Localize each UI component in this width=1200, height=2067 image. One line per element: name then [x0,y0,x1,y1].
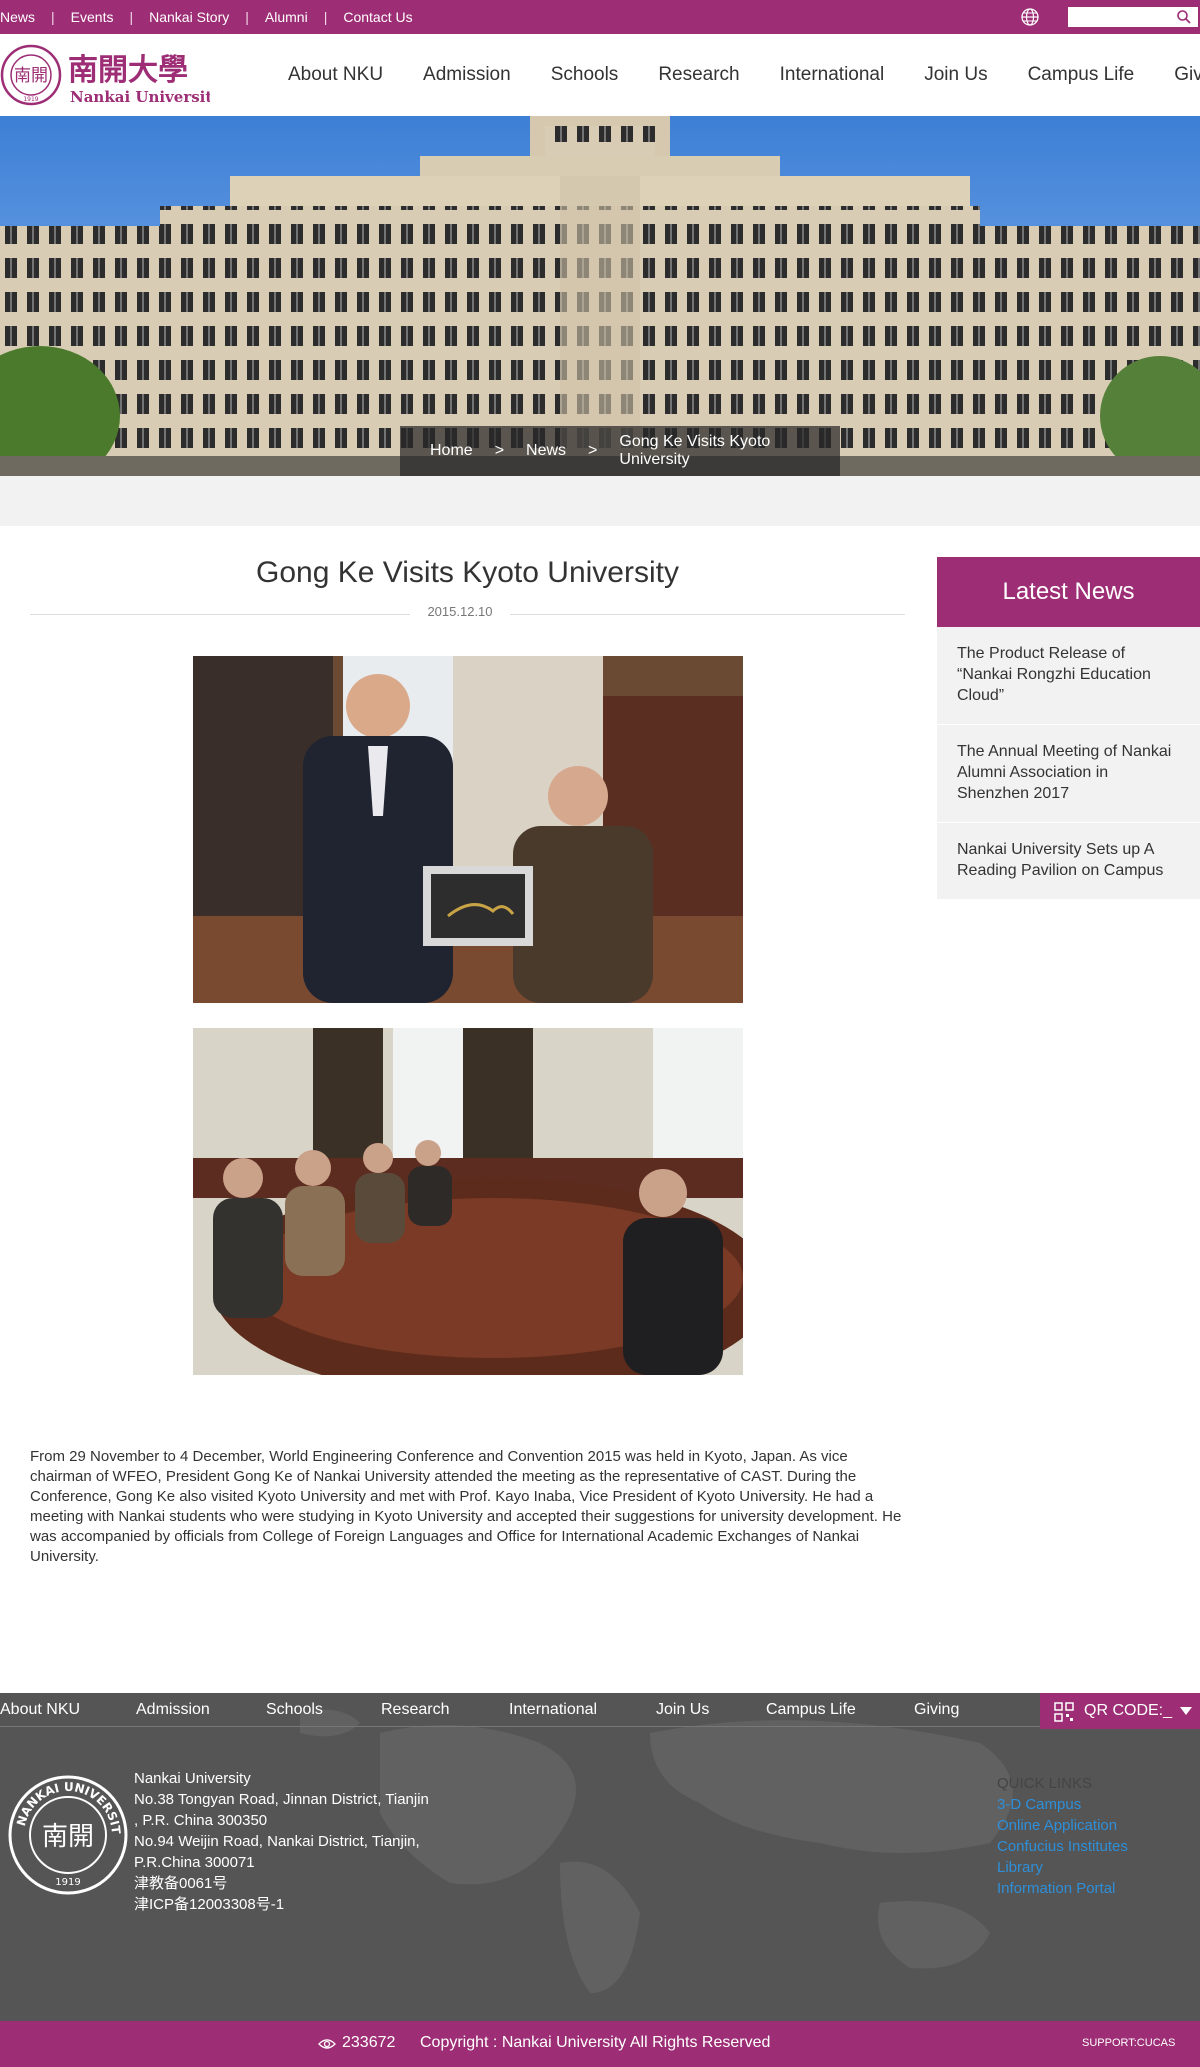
nav-item-campus-life[interactable]: Campus Life [1028,64,1135,86]
copyright-text: Copyright : Nankai University All Rights… [420,2034,771,2051]
breadcrumb: Home > News > Gong Ke Visits Kyoto Unive… [400,426,840,476]
footer-nav-research[interactable]: Research [381,1701,509,1719]
main-nav: About NKU Admission Schools Research Int… [288,34,1200,116]
utility-separator: | [245,9,249,25]
nav-item-international[interactable]: International [780,64,885,86]
article-title: Gong Ke Visits Kyoto University [256,556,679,589]
quick-link-information-portal[interactable]: Information Portal [997,1878,1128,1899]
quick-links: QUICK LINKS 3-D Campus Online Applicatio… [997,1773,1128,1899]
globe-icon[interactable] [1020,7,1040,27]
svg-text:南開: 南開 [14,66,48,86]
nav-item-about-nku[interactable]: About NKU [288,64,383,86]
breadcrumb-current: Gong Ke Visits Kyoto University [619,433,771,468]
latest-news-list: The Product Release of “Nankai Rongzhi E… [937,627,1200,900]
latest-news-item[interactable]: The Annual Meeting of Nankai Alumni Asso… [937,725,1200,823]
qr-code-icon [1054,1702,1074,1722]
breadcrumb-home[interactable]: Home [430,442,473,460]
logo-english-name: Nankai University [70,88,210,106]
breadcrumb-separator: > [494,442,505,459]
address-line: 津教备0061号 [134,1875,228,1892]
utility-link-news[interactable]: News [0,9,35,25]
nav-item-admission[interactable]: Admission [423,64,511,86]
article-photo-student-meeting [193,1028,743,1375]
svg-text:1919: 1919 [55,1877,80,1888]
quick-link-3d-campus[interactable]: 3-D Campus [997,1794,1128,1815]
article-body: From 29 November to 4 December, World En… [30,1448,902,1565]
article-date: 2015.12.10 [410,604,510,619]
qr-code-label: QR CODE:_ [1084,1702,1173,1719]
chevron-down-icon [1180,1707,1192,1715]
address-line: P.R.China 300071 [134,1854,255,1871]
support-credit[interactable]: SUPPORT:CUCAS [1082,2037,1175,2049]
utility-link-alumni[interactable]: Alumni [265,9,308,25]
logo-chinese-name: 南開大學 [68,53,188,88]
top-utility-bar: News | Events | Nankai Story | Alumni | … [0,0,1200,34]
address-line: No.38 Tongyan Road, Jinnan District, Tia… [134,1791,429,1808]
utility-separator: | [323,9,328,25]
footer-address: Nankai University No.38 Tongyan Road, Ji… [134,1768,429,1915]
utility-links: News | Events | Nankai Story | Alumni | … [0,0,413,34]
utility-separator: | [51,9,55,25]
footer-nav-schools[interactable]: Schools [266,1701,381,1719]
footer-nav-join-us[interactable]: Join Us [656,1701,766,1719]
footer-nav: About NKU Admission Schools Research Int… [0,1693,959,1726]
utility-link-contact-us[interactable]: Contact Us [343,9,412,25]
quick-link-library[interactable]: Library [997,1857,1128,1878]
footer-nav-divider [0,1726,1040,1727]
visit-counter: 233672 [342,2034,396,2051]
search-icon[interactable] [1176,9,1192,25]
eye-icon [318,2039,336,2049]
quick-link-online-application[interactable]: Online Application [997,1815,1128,1836]
footer-nav-about-nku[interactable]: About NKU [0,1701,136,1719]
campus-banner-image [0,116,1200,476]
nav-item-join-us[interactable]: Join Us [924,64,987,86]
footer-nav-campus-life[interactable]: Campus Life [766,1701,914,1719]
main-header: 南開 1919 南開大學 Nankai University About NKU… [0,34,1200,116]
nav-item-giving[interactable]: Giving [1174,64,1200,86]
svg-text:南開: 南開 [42,1822,94,1852]
utility-link-nankai-story[interactable]: Nankai Story [149,9,229,25]
latest-news-item[interactable]: Nankai University Sets up A Reading Pavi… [937,823,1200,900]
article-photo-gift-exchange [193,656,743,1003]
footer-nav-international[interactable]: International [509,1701,656,1719]
footer-nav-admission[interactable]: Admission [136,1701,266,1719]
footer-nav-giving[interactable]: Giving [914,1701,959,1719]
site-footer: About NKU Admission Schools Research Int… [0,1693,1200,2021]
copyright-bar: 233672 Copyright : Nankai University All… [0,2021,1200,2067]
qr-code-dropdown[interactable]: QR CODE:_ [1040,1693,1200,1729]
address-line: , P.R. China 300350 [134,1812,268,1829]
latest-news-item[interactable]: The Product Release of “Nankai Rongzhi E… [937,627,1200,725]
utility-separator: | [129,9,134,25]
breadcrumb-separator: > [588,442,598,459]
address-line: 津ICP备12003308号-1 [134,1896,285,1913]
breadcrumb-news[interactable]: News [526,442,566,460]
nankai-seal-logo: NANKAI UNIVERSITY 南開 1919 [6,1773,128,1895]
latest-news-heading: Latest News [937,557,1200,627]
nankai-logo[interactable]: 南開 1919 南開大學 Nankai University [0,44,210,106]
address-line: No.94 Weijin Road, Nankai District, Tian… [134,1833,420,1850]
address-line: Nankai University [134,1770,251,1787]
svg-text:1919: 1919 [23,96,38,103]
quick-link-confucius-institutes[interactable]: Confucius Institutes [997,1836,1128,1857]
utility-link-events[interactable]: Events [71,9,114,25]
gray-divider-strip [0,476,1200,526]
nav-item-schools[interactable]: Schools [551,64,619,86]
quick-links-title: QUICK LINKS [997,1775,1093,1792]
nav-item-research[interactable]: Research [658,64,739,86]
